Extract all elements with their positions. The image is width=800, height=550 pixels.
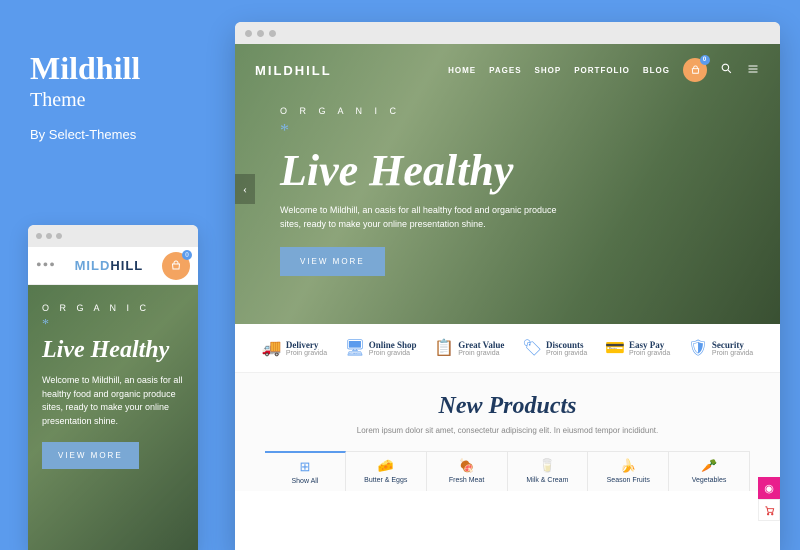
nav-links: HOME PAGES SHOP PORTFOLIO BLOG 0: [448, 58, 760, 82]
cheese-icon: 🧀: [350, 458, 422, 474]
nav-portfolio[interactable]: PORTFOLIO: [574, 66, 630, 75]
tag-icon: 🏷: [522, 338, 540, 358]
shield-icon: 🛡: [688, 338, 706, 358]
banana-icon: 🍌: [592, 458, 664, 474]
feature-security: 🛡 SecurityProin gravida: [688, 338, 753, 358]
theme-title: Mildhill: [30, 50, 140, 87]
grid-icon: ⊞: [269, 459, 341, 475]
feature-great-value: 📋 Great ValueProin gravida: [434, 338, 504, 358]
hero-headline: Live Healthy: [42, 337, 184, 364]
cart-button[interactable]: 0: [683, 58, 707, 82]
cart-badge: 0: [700, 55, 710, 65]
hamburger-icon[interactable]: •••: [36, 257, 56, 275]
category-tabs: ⊞Show All 🧀Butter & Eggs 🍖Fresh Meat 🥛Mi…: [235, 443, 780, 491]
monitor-icon: 🖥: [345, 338, 363, 358]
star-icon: *: [280, 120, 735, 141]
view-more-button[interactable]: VIEW MORE: [42, 442, 139, 469]
carrot-icon: 🥕: [673, 458, 745, 474]
mobile-hero: O R G A N I C * Live Healthy Welcome to …: [28, 285, 198, 550]
cart-badge: 0: [182, 250, 192, 260]
desktop-logo[interactable]: MILDHILL: [255, 63, 332, 78]
hero-description: Welcome to Mildhill, an oasis for all he…: [42, 374, 184, 428]
clipboard-icon: 📋: [434, 338, 452, 358]
nav-home[interactable]: HOME: [448, 66, 476, 75]
cart-widget[interactable]: [758, 499, 780, 521]
cart-icon: [764, 505, 775, 516]
nav-pages[interactable]: PAGES: [489, 66, 521, 75]
desktop-nav: MILDHILL HOME PAGES SHOP PORTFOLIO BLOG …: [235, 44, 780, 96]
desktop-hero: MILDHILL HOME PAGES SHOP PORTFOLIO BLOG …: [235, 44, 780, 324]
basket-icon: [170, 260, 182, 272]
feature-online-shop: 🖥 Online ShopProin gravida: [345, 338, 417, 358]
search-icon[interactable]: [720, 62, 733, 78]
tab-vegetables[interactable]: 🥕Vegetables: [669, 451, 750, 491]
feature-delivery: 🚚 DeliveryProin gravida: [262, 338, 327, 358]
feature-easy-pay: 💳 Easy PayProin gravida: [605, 338, 670, 358]
tab-butter-eggs[interactable]: 🧀Butter & Eggs: [346, 451, 427, 491]
theme-byline: By Select-Themes: [30, 127, 140, 142]
mobile-logo[interactable]: MILDHILL: [75, 258, 144, 273]
mobile-preview-window: ••• MILDHILL 0 O R G A N I C * Live Heal…: [28, 225, 198, 550]
new-products-section: New Products Lorem ipsum dolor sit amet,…: [235, 373, 780, 443]
view-more-button[interactable]: VIEW MORE: [280, 247, 385, 276]
theme-subtitle: Theme: [30, 89, 140, 112]
cart-button[interactable]: 0: [162, 252, 190, 280]
nav-shop[interactable]: SHOP: [535, 66, 562, 75]
tab-fresh-meat[interactable]: 🍖Fresh Meat: [427, 451, 508, 491]
hero-tag: O R G A N I C: [42, 303, 184, 313]
hero-headline: Live Healthy: [280, 145, 735, 196]
section-subtitle: Lorem ipsum dolor sit amet, consectetur …: [255, 426, 760, 435]
tab-show-all[interactable]: ⊞Show All: [265, 451, 346, 491]
hero-description: Welcome to Mildhill, an oasis for all he…: [280, 204, 570, 231]
prev-slide-arrow[interactable]: ‹: [235, 174, 255, 204]
hero-body: O R G A N I C * Live Healthy Welcome to …: [235, 96, 780, 286]
mobile-header: ••• MILDHILL 0: [28, 247, 198, 285]
settings-widget[interactable]: ◉: [758, 477, 780, 499]
mobile-window-bar: [28, 225, 198, 247]
meat-icon: 🍖: [431, 458, 503, 474]
features-row: 🚚 DeliveryProin gravida 🖥 Online ShopPro…: [235, 324, 780, 373]
tab-milk-cream[interactable]: 🥛Milk & Cream: [508, 451, 589, 491]
card-icon: 💳: [605, 338, 623, 358]
hero-tag: O R G A N I C: [280, 106, 735, 116]
nav-blog[interactable]: BLOG: [643, 66, 670, 75]
feature-discounts: 🏷 DiscountsProin gravida: [522, 338, 587, 358]
menu-icon[interactable]: [746, 62, 760, 78]
truck-icon: 🚚: [262, 338, 280, 358]
milk-icon: 🥛: [512, 458, 584, 474]
desktop-window-bar: [235, 22, 780, 44]
side-widgets: ◉: [758, 477, 780, 521]
desktop-preview-window: MILDHILL HOME PAGES SHOP PORTFOLIO BLOG …: [235, 22, 780, 550]
theme-info-panel: Mildhill Theme By Select-Themes: [30, 50, 140, 142]
star-icon: *: [42, 317, 184, 333]
basket-icon: [690, 65, 701, 76]
section-title: New Products: [255, 393, 760, 420]
tab-season-fruits[interactable]: 🍌Season Fruits: [588, 451, 669, 491]
